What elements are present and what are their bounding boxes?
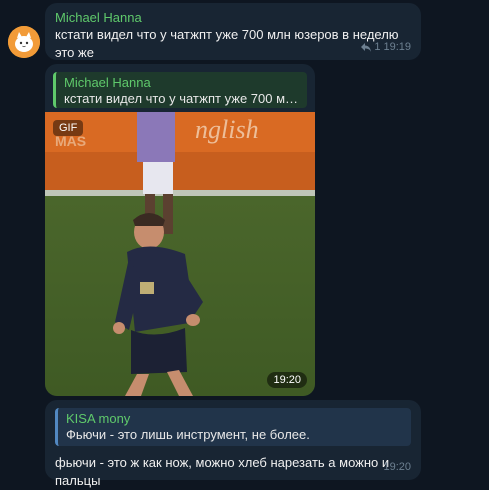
message-bubble[interactable]: Michael Hanna кстати видел что у чатжпт … — [45, 3, 421, 78]
gif-badge: GIF — [53, 120, 84, 136]
reply-quote[interactable]: KISA mony Фьючи - это лишь инструмент, н… — [55, 408, 411, 446]
quote-text: Фьючи - это лишь инструмент, не более. — [66, 427, 310, 442]
gif-preview-image: MAS nglish — [45, 112, 315, 396]
message-meta: 19:20 — [383, 461, 411, 473]
message-meta: 1 19:19 — [361, 41, 411, 53]
message-text-line: кстати видел что у чатжпт уже 700 млн юз… — [55, 27, 399, 60]
message-bubble[interactable]: Michael Hanna кстати видел что у чатжпт … — [45, 64, 315, 396]
reply-arrow-icon[interactable] — [361, 42, 372, 52]
quote-sender: KISA mony — [66, 411, 131, 426]
gif-media[interactable]: MAS nglish GIF 19:20 — [45, 112, 315, 396]
message-time: 19:20 — [383, 461, 411, 473]
reply-quote[interactable]: Michael Hanna кстати видел что у чатжпт … — [53, 72, 307, 108]
message-time: 19:19 — [383, 41, 411, 53]
quote-text: кстати видел что у чатжпт уже 700 млн... — [64, 91, 299, 106]
avatar-cat-icon — [8, 26, 40, 58]
reply-count[interactable]: 1 — [374, 41, 380, 53]
message-time: 19:20 — [267, 372, 307, 388]
message-bubble[interactable]: KISA mony Фьючи - это лишь инструмент, н… — [45, 400, 421, 488]
svg-text:nglish: nglish — [195, 115, 259, 144]
sender-avatar[interactable] — [8, 26, 40, 58]
quote-sender: Michael Hanna — [64, 75, 151, 90]
sender-name[interactable]: Michael Hanna — [55, 10, 411, 26]
